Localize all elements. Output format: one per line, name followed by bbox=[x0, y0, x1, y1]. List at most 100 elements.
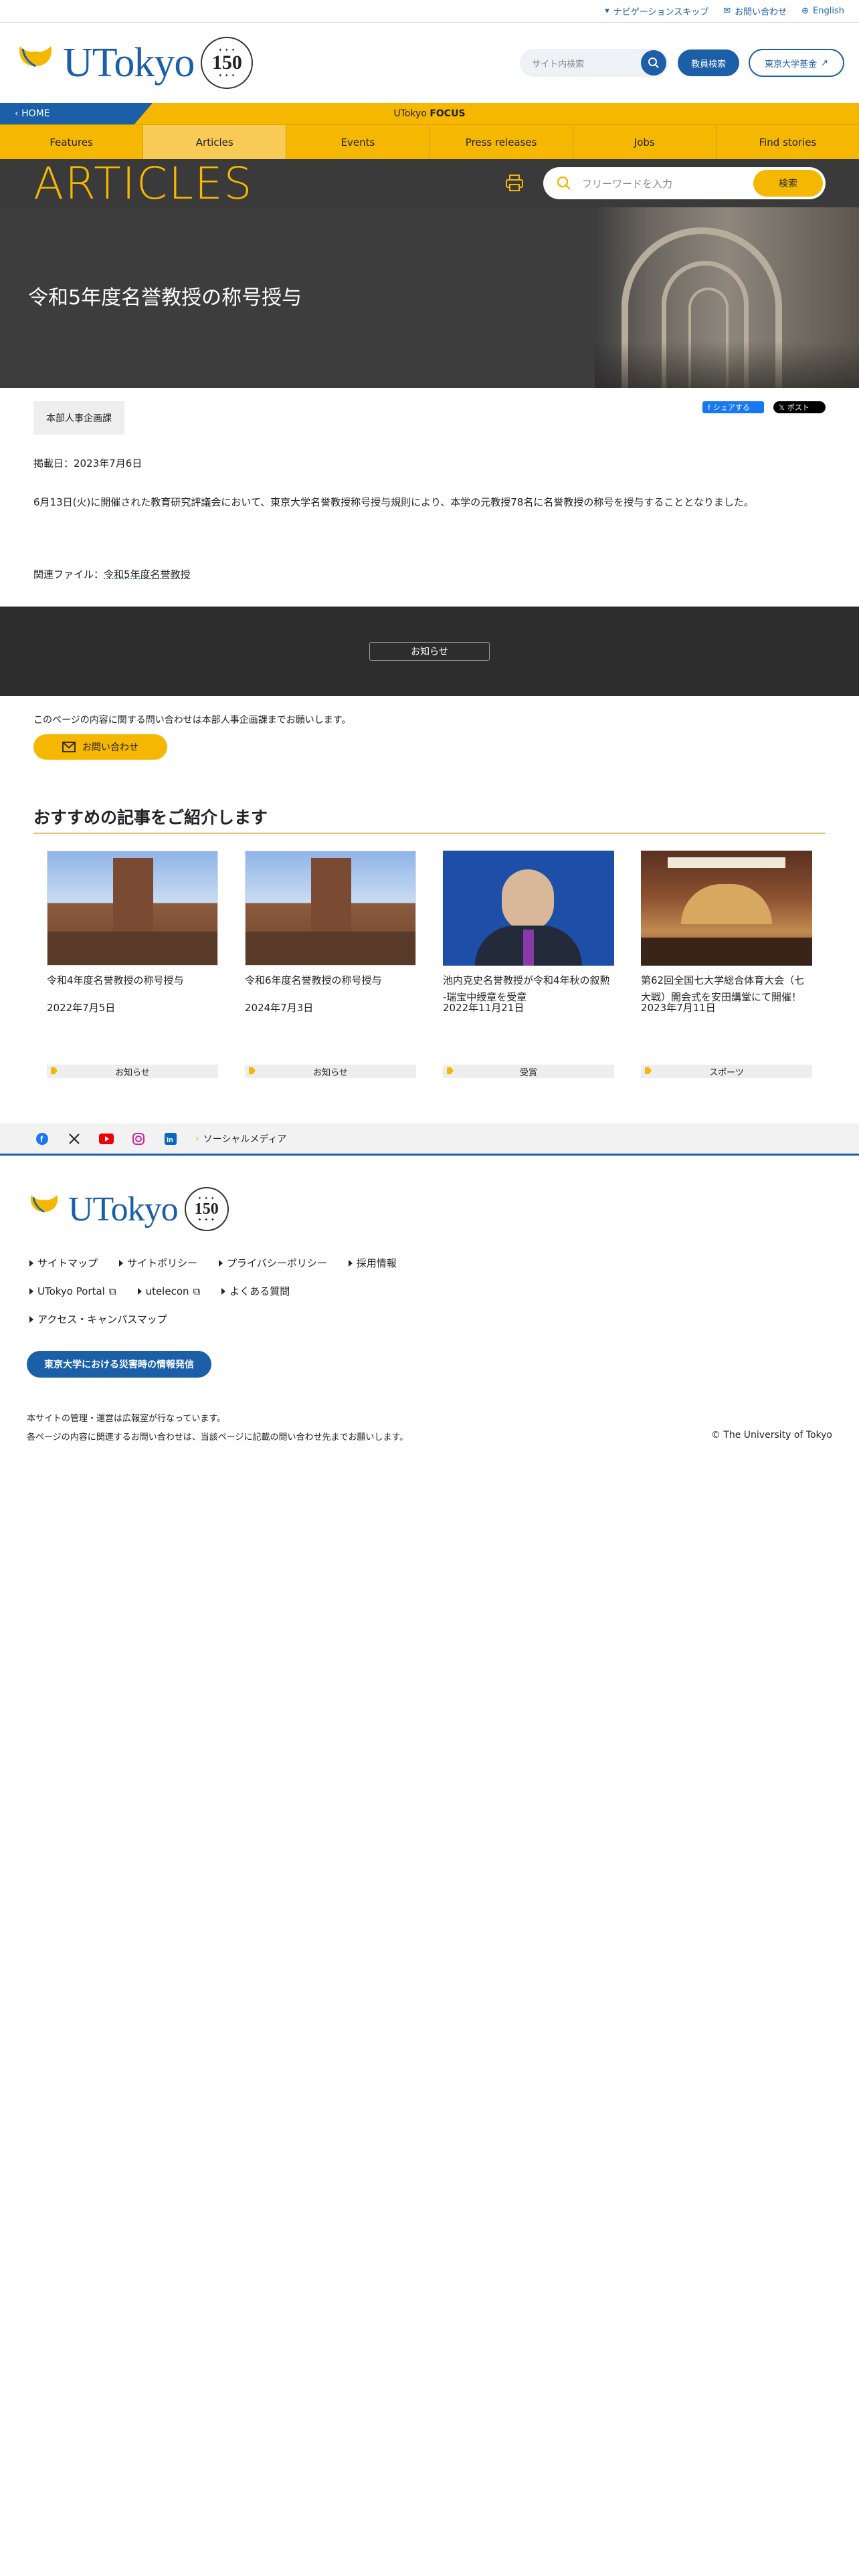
footer-link-access[interactable]: アクセス・キャンパスマップ bbox=[29, 1312, 167, 1326]
triangle-right-icon bbox=[137, 1287, 142, 1295]
recommend-card[interactable]: 令和6年度名誉教授の称号授与 2024年7月3日 お知らせ bbox=[245, 851, 416, 1081]
card-date: 2022年11月21日 bbox=[443, 1002, 524, 1014]
contact-note: このページの内容に関する問い合わせは本部人事企画課までお願いします。 bbox=[33, 715, 351, 726]
footer-note-line1: 本サイトの管理・運営は広報室が行なっています。 bbox=[27, 1414, 226, 1424]
footer-links-row3: アクセス・キャンパスマップ bbox=[29, 1312, 167, 1326]
svg-text:f: f bbox=[40, 1134, 43, 1144]
hero-corridor-photo bbox=[595, 207, 859, 388]
footer-link-utelecon[interactable]: utelecon ⧉ bbox=[137, 1284, 201, 1298]
card-category: 受賞 bbox=[443, 1065, 614, 1078]
triangle-right-icon bbox=[29, 1315, 33, 1323]
notice-band: お知らせ bbox=[0, 607, 859, 696]
card-date: 2023年7月11日 bbox=[641, 1002, 716, 1014]
recommend-card[interactable]: 池内克史名誉教授が令和4年秋の叙勲 -瑞宝中綬章を受章 2022年11月21日 … bbox=[443, 851, 614, 1081]
footer-logo[interactable]: UTokyo ✦ ✦ ✦ 150 ✦ ✦ ✦ bbox=[27, 1187, 229, 1231]
card-date: 2022年7月5日 bbox=[47, 1002, 116, 1014]
hero-banner: 令和5年度名誉教授の称号授与 bbox=[0, 207, 859, 388]
contact-button[interactable]: お問い合わせ bbox=[33, 734, 167, 760]
footer-link-recruit[interactable]: 採用情報 bbox=[348, 1256, 397, 1270]
youtube-icon[interactable] bbox=[99, 1132, 114, 1146]
site-logo[interactable]: UTokyo ✦ ✦ ✦ 150 ✦ ✦ ✦ bbox=[15, 37, 254, 89]
triangle-right-icon bbox=[29, 1287, 33, 1295]
seal-number: 150 bbox=[211, 51, 242, 74]
recommend-card[interactable]: 第62回全国七大学総合体育大会（七大戦）開会式を安田講堂にて開催！ 2023年7… bbox=[641, 851, 812, 1081]
nav-skip-link[interactable]: ▾ ナビゲーションスキップ bbox=[605, 5, 708, 17]
focus-brand: FOCUS bbox=[430, 108, 466, 119]
site-header: UTokyo ✦ ✦ ✦ 150 ✦ ✦ ✦ サイト内検索 教員検索 東京大学基… bbox=[0, 23, 859, 103]
nav-features[interactable]: Features bbox=[0, 125, 144, 159]
chevron-right-icon: › bbox=[195, 1133, 199, 1144]
x-icon[interactable] bbox=[67, 1132, 82, 1146]
ginkgo-leaf-icon bbox=[19, 46, 52, 81]
footer-note-line2: 各ページの内容に関連するお問い合わせは、当該ページに記載の問い合わせ先までお願い… bbox=[27, 1432, 409, 1442]
footer-note: 本サイトの管理・運営は広報室が行なっています。 各ページの内容に関連するお問い合… bbox=[27, 1410, 408, 1447]
focus-bar: ‹ HOME UTokyo FOCUS bbox=[0, 103, 859, 124]
english-link[interactable]: ⊕ English bbox=[801, 6, 844, 16]
card-category: お知らせ bbox=[47, 1065, 218, 1078]
article-search-button[interactable]: 検索 bbox=[753, 170, 823, 197]
recommend-heading: おすすめの記事をご紹介します bbox=[33, 808, 268, 827]
recommend-card[interactable]: 令和4年度名誉教授の称号授与 2022年7月5日 お知らせ bbox=[47, 851, 218, 1081]
x-icon: 𝕏 bbox=[779, 403, 785, 412]
contact-link[interactable]: ✉ お問い合わせ bbox=[723, 5, 787, 17]
tag-icon bbox=[249, 1067, 256, 1074]
header-actions: サイト内検索 教員検索 東京大学基金 ↗ bbox=[520, 49, 844, 77]
section-title: ARTICLES bbox=[33, 157, 254, 209]
caret-down-icon: ▾ bbox=[605, 6, 609, 16]
footer-wordmark: UTokyo bbox=[68, 1190, 179, 1228]
notice-category-button[interactable]: お知らせ bbox=[369, 642, 490, 661]
anniversary-seal: ✦ ✦ ✦ 150 ✦ ✦ ✦ bbox=[201, 37, 254, 89]
department-tag[interactable]: 本部人事企画課 bbox=[33, 401, 124, 435]
tag-icon bbox=[645, 1067, 652, 1074]
triangle-right-icon bbox=[348, 1259, 353, 1267]
utility-bar: ▾ ナビゲーションスキップ ✉ お問い合わせ ⊕ English bbox=[0, 0, 859, 23]
social-bar: f in › ソーシャルメディア bbox=[0, 1123, 859, 1156]
logo-wordmark: UTokyo bbox=[63, 39, 195, 86]
nav-events[interactable]: Events bbox=[286, 125, 430, 159]
instagram-icon[interactable] bbox=[131, 1132, 146, 1146]
nav-articles[interactable]: Articles bbox=[143, 125, 287, 159]
footer-link-site-policy[interactable]: サイトポリシー bbox=[119, 1256, 197, 1270]
print-icon[interactable] bbox=[504, 173, 524, 193]
footer-link-privacy[interactable]: プライバシーポリシー bbox=[219, 1256, 327, 1270]
external-link-icon: ⧉ bbox=[193, 1285, 201, 1297]
faculty-search-button[interactable]: 教員検索 bbox=[678, 49, 740, 76]
related-file-link[interactable]: 令和5年度名誉教授 bbox=[104, 568, 191, 580]
card-image-ceremony bbox=[641, 851, 812, 966]
social-media-label[interactable]: › ソーシャルメディア bbox=[195, 1132, 286, 1146]
card-category: お知らせ bbox=[245, 1065, 416, 1078]
focus-prefix: UTokyo bbox=[393, 108, 427, 119]
nav-jobs[interactable]: Jobs bbox=[573, 125, 717, 159]
disaster-info-button[interactable]: 東京大学における災害時の情報発信 bbox=[27, 1351, 211, 1378]
article-search-input[interactable]: フリーワードを入力 検索 bbox=[543, 167, 826, 199]
external-link-icon: ↗ bbox=[821, 58, 828, 68]
footer-link-sitemap[interactable]: サイトマップ bbox=[29, 1256, 98, 1270]
facebook-icon[interactable]: f bbox=[35, 1132, 50, 1146]
search-button[interactable] bbox=[641, 50, 667, 76]
nav-find-stories[interactable]: Find stories bbox=[717, 125, 859, 159]
triangle-right-icon bbox=[29, 1259, 33, 1267]
ginkgo-leaf-icon bbox=[30, 1195, 58, 1224]
facebook-icon: f bbox=[708, 403, 710, 412]
article-body: 本部人事企画課 f シェアする 𝕏 ポスト 掲載日：2023年7月6日 6月13日(… bbox=[0, 388, 859, 609]
footer-link-portal[interactable]: UTokyo Portal ⧉ bbox=[29, 1284, 116, 1298]
footer-link-faq[interactable]: よくある質問 bbox=[221, 1284, 290, 1298]
site-search-input[interactable]: サイト内検索 bbox=[520, 49, 669, 77]
triangle-right-icon bbox=[221, 1287, 226, 1295]
facebook-share-button[interactable]: f シェアする bbox=[702, 401, 764, 413]
home-button[interactable]: ‹ HOME bbox=[0, 103, 153, 124]
triangle-right-icon bbox=[219, 1259, 223, 1267]
card-image-yasuda-auditorium bbox=[47, 851, 218, 966]
page-title: 令和5年度名誉教授の称号授与 bbox=[28, 286, 302, 310]
articles-tools: フリーワードを入力 検索 bbox=[504, 167, 826, 199]
card-date: 2024年7月3日 bbox=[245, 1002, 314, 1014]
fund-button[interactable]: 東京大学基金 ↗ bbox=[749, 49, 844, 77]
card-image-portrait bbox=[443, 851, 614, 966]
x-post-button[interactable]: 𝕏 ポスト bbox=[773, 401, 826, 413]
nav-press-releases[interactable]: Press releases bbox=[430, 125, 573, 159]
search-icon bbox=[557, 176, 571, 190]
mail-icon bbox=[62, 742, 76, 752]
linkedin-icon[interactable]: in bbox=[163, 1132, 178, 1146]
recommend-cards: 令和4年度名誉教授の称号授与 2022年7月5日 お知らせ 令和6年度名誉教授の… bbox=[47, 851, 812, 1081]
article-text: 6月13日(火)に開催された教育研究評議会において、東京大学名誉教授称号授与規則… bbox=[33, 496, 754, 508]
